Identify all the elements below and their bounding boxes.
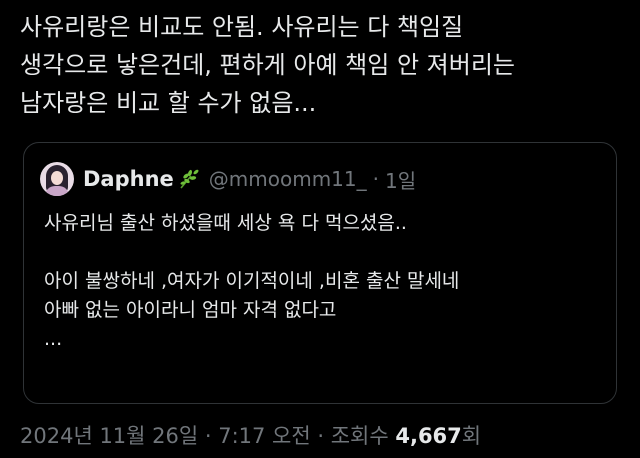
quoted-tweet-line: 사유리님 출산 하셨을때 세상 욕 다 먹으셨음..	[44, 212, 407, 234]
quoted-tweet-line: 아빠 없는 아이라니 엄마 자격 없다고	[44, 299, 337, 321]
views-count: 4,667	[395, 424, 462, 448]
leaf-emoji-icon	[180, 169, 199, 189]
quoted-tweet-line: ...	[44, 328, 63, 350]
tweet-text-line: 남자랑은 비교 할 수가 없음...	[20, 89, 317, 117]
quoted-tweet-line	[44, 238, 604, 267]
views-suffix: 회	[461, 424, 482, 448]
avatar[interactable]	[40, 162, 74, 196]
quoted-tweet-body: 사유리님 출산 하셨을때 세상 욕 다 먹으셨음.. 아이 불쌍하네 ,여자가 …	[44, 209, 604, 354]
separator-dot: ·	[372, 167, 379, 191]
tweet-meta: 2024년 11월 26일 · 7:17 오전 · 조회수 4,667회	[20, 420, 481, 450]
quoted-tweet-header: Daphne @mmoomm11_ · 1일	[40, 161, 416, 197]
quoted-tweet-line: 아이 불쌍하네 ,여자가 이기적이네 ,비혼 출산 말세네	[44, 270, 460, 292]
tweet-text-line: 사유리랑은 비교도 안됨. 사유리는 다 책임질	[20, 13, 464, 41]
quoted-tweet-card[interactable]: Daphne @mmoomm11_ · 1일 사유리님 출산 하셨을때 세상 욕…	[23, 142, 617, 404]
quoted-tweet-time[interactable]: 1일	[385, 165, 416, 194]
quoted-author-handle[interactable]: @mmoomm11_	[209, 167, 367, 191]
tweet-timestamp[interactable]: 2024년 11월 26일 · 7:17 오전 · 조회수	[20, 424, 395, 448]
tweet-text: 사유리랑은 비교도 안됨. 사유리는 다 책임질 생각으로 낳은건데, 편하게 …	[20, 8, 625, 122]
tweet-text-line: 생각으로 낳은건데, 편하게 아예 책임 안 져버리는	[20, 51, 516, 79]
quoted-author-name[interactable]: Daphne	[83, 167, 174, 191]
